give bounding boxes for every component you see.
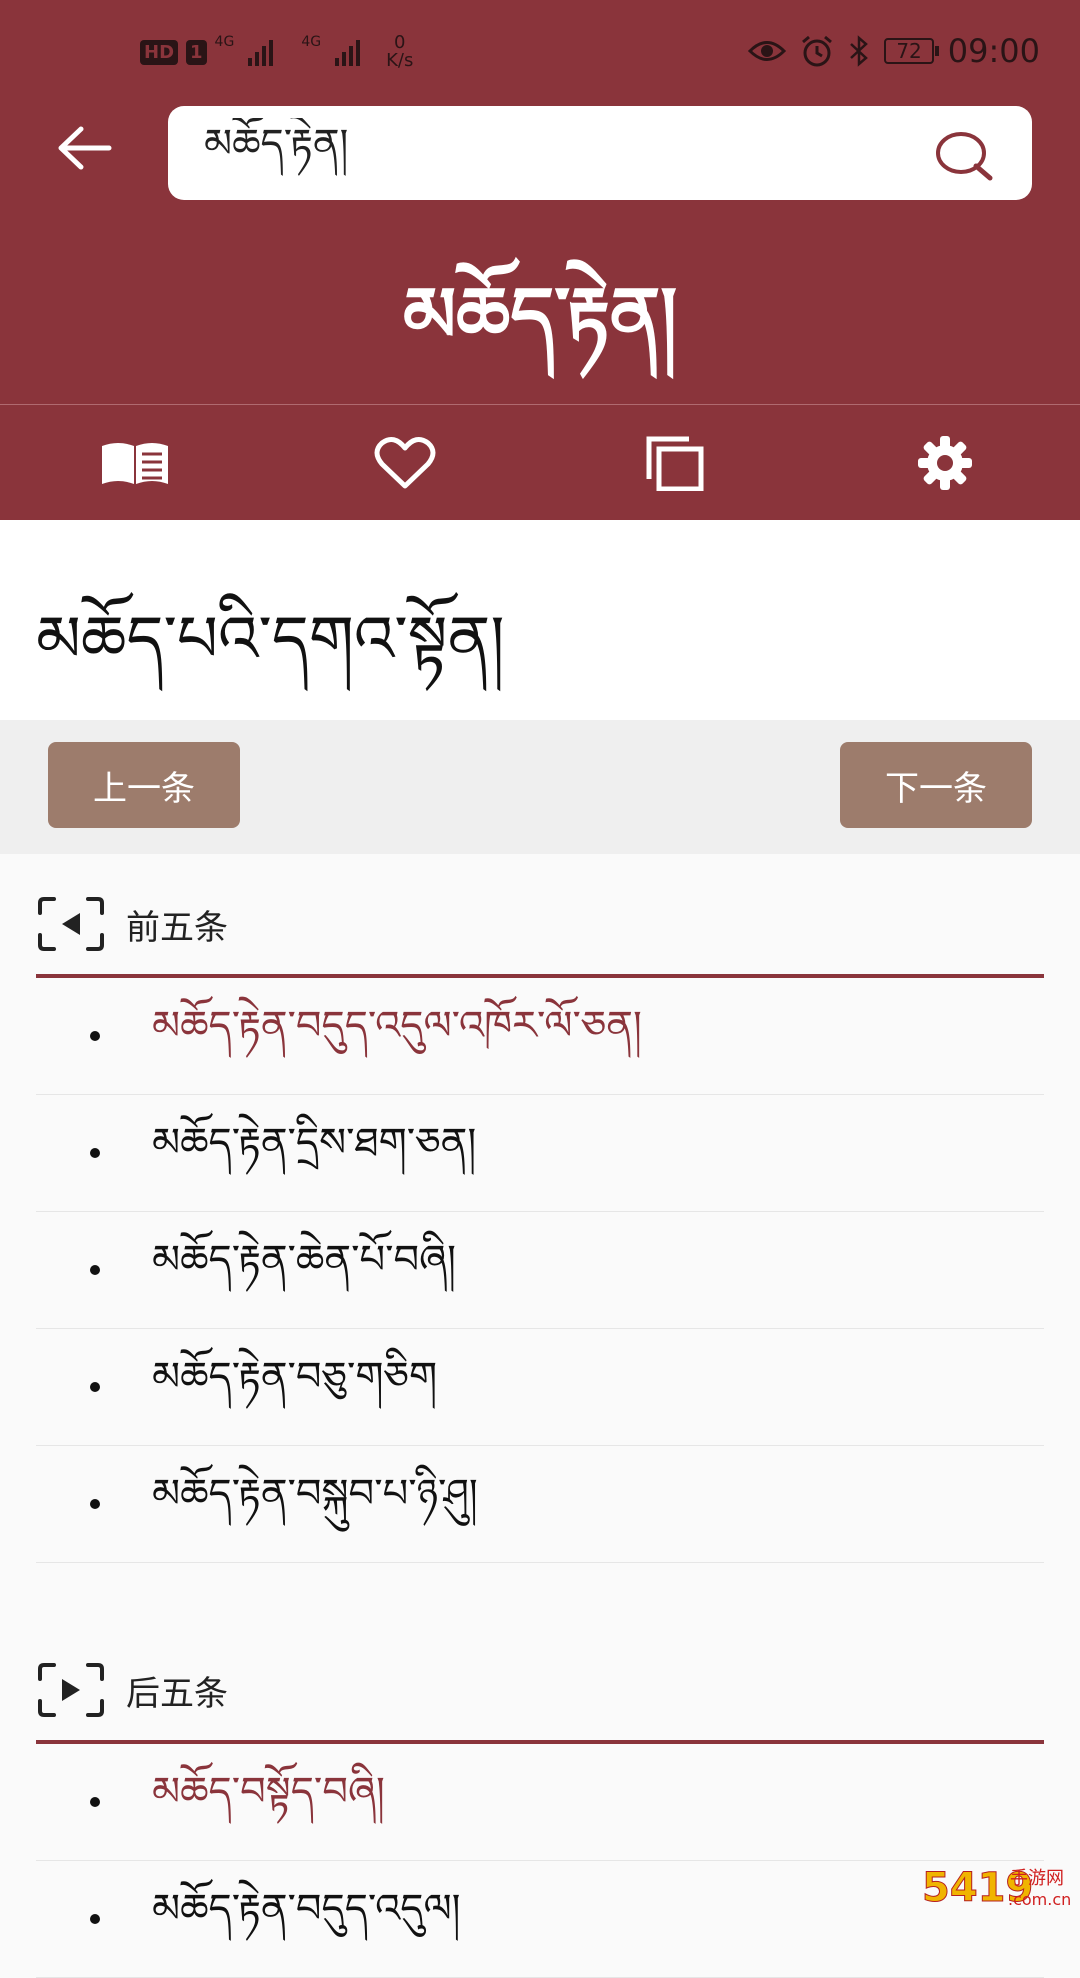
app-header: HD 1 4G 4G 0 K/s 72 09:00 མཆོད་རྟེན། bbox=[0, 0, 1080, 520]
heart-icon bbox=[374, 436, 436, 489]
list-item-text: མཆོད་བསྟོད་བཞི། bbox=[152, 1768, 385, 1815]
toolbar bbox=[0, 404, 1080, 521]
word-title: མཆོད་རྟེན། bbox=[402, 270, 678, 359]
status-left: HD 1 4G 4G 0 K/s bbox=[140, 34, 413, 70]
arrow-left-icon bbox=[58, 126, 112, 170]
signal-icon bbox=[248, 38, 274, 66]
list-item-text: མཆོད་རྟེན་བསྐུབ་པ་ཉི་ཤུ། bbox=[152, 1470, 478, 1517]
previous-five-section: 前五条 མཆོད་རྟེན་བདུད་འདུལ་འཁོར་ལོ་ཅན། མཆོད… bbox=[36, 874, 1044, 1563]
copy-icon bbox=[646, 436, 704, 491]
toolbar-copy[interactable] bbox=[540, 405, 810, 521]
section-title: 前五条 bbox=[126, 907, 228, 948]
clock: 09:00 bbox=[947, 32, 1040, 70]
network-label-2: 4G bbox=[301, 34, 322, 50]
search-input[interactable] bbox=[202, 118, 906, 190]
toolbar-favorite[interactable] bbox=[270, 405, 540, 521]
bluetooth-icon bbox=[850, 35, 869, 67]
toolbar-dictionary[interactable] bbox=[0, 405, 270, 521]
network-speed-unit: K/s bbox=[386, 50, 414, 71]
alarm-icon bbox=[802, 35, 833, 67]
bullet-icon bbox=[90, 1265, 100, 1275]
previous-five-list: མཆོད་རྟེན་བདུད་འདུལ་འཁོར་ལོ་ཅན། མཆོད་རྟེ… bbox=[36, 978, 1044, 1563]
status-bar: HD 1 4G 4G 0 K/s 72 09:00 bbox=[0, 0, 1080, 100]
list-item-text: མཆོད་རྟེན་བདུད་འདུལ་འཁོར་ལོ་ཅན། bbox=[152, 1002, 642, 1049]
list-item[interactable]: མཆོད་རྟེན་བདུད་འདུལ་འཁོར་ལོ་ཅན། bbox=[36, 978, 1044, 1095]
list-item-text: མཆོད་རྟེན་དྲིས་ཐག་ཅན། bbox=[152, 1119, 477, 1166]
settings-icon bbox=[918, 436, 972, 490]
list-item-text: མཆོད་རྟེན་བདུད་འདུལ། bbox=[152, 1885, 461, 1932]
bullet-icon bbox=[90, 1499, 100, 1509]
headword-panel: མཆོད་པའི་དགའ་སྟོན། bbox=[0, 520, 1080, 720]
search-box bbox=[168, 106, 1032, 200]
sim-badge: 1 bbox=[186, 39, 207, 65]
hd-badge: HD bbox=[140, 39, 179, 65]
next-five-section: 后五条 མཆོད་བསྟོད་བཞི། མཆོད་རྟེན་བདུད་འདུལ། bbox=[36, 1640, 1044, 1978]
section-header: 后五条 bbox=[36, 1640, 1044, 1744]
bullet-icon bbox=[90, 1797, 100, 1807]
eye-icon bbox=[748, 41, 787, 61]
book-icon bbox=[102, 443, 168, 484]
network-label-1: 4G bbox=[214, 34, 235, 50]
watermark-domain: 手游网 bbox=[1010, 1868, 1064, 1889]
list-item[interactable]: མཆོད་རྟེན་བཅུ་གཅིག bbox=[36, 1329, 1044, 1446]
network-speed: 0 K/s bbox=[386, 34, 413, 70]
caret-right-frame-icon bbox=[38, 1663, 104, 1717]
list-item[interactable]: མཆོད་རྟེན་དྲིས་ཐག་ཅན། bbox=[36, 1095, 1044, 1212]
list-item-text: མཆོད་རྟེན་ཆེན་པོ་བཞི། bbox=[152, 1236, 457, 1283]
previous-entry-button[interactable]: 上一条 bbox=[48, 742, 240, 828]
section-header: 前五条 bbox=[36, 874, 1044, 978]
list-item[interactable]: མཆོད་རྟེན་བསྐུབ་པ་ཉི་ཤུ། bbox=[36, 1446, 1044, 1563]
bullet-icon bbox=[90, 1914, 100, 1924]
caret-left-frame-icon bbox=[38, 897, 104, 951]
watermark-suffix: .com.cn bbox=[1008, 1890, 1072, 1909]
entry-navigation: 上一条 下一条 bbox=[0, 720, 1080, 854]
bullet-icon bbox=[90, 1148, 100, 1158]
status-right: 72 09:00 bbox=[748, 32, 1040, 70]
battery-indicator: 72 bbox=[884, 38, 940, 64]
section-title: 后五条 bbox=[126, 1673, 228, 1714]
next-five-list: མཆོད་བསྟོད་བཞི། མཆོད་རྟེན་བདུད་འདུལ། bbox=[36, 1744, 1044, 1978]
toolbar-settings[interactable] bbox=[810, 405, 1080, 521]
next-entry-button[interactable]: 下一条 bbox=[840, 742, 1032, 828]
search-icon[interactable] bbox=[934, 128, 994, 182]
back-button[interactable] bbox=[50, 122, 120, 182]
bullet-icon bbox=[90, 1382, 100, 1392]
bullet-icon bbox=[90, 1031, 100, 1041]
list-item-text: མཆོད་རྟེན་བཅུ་གཅིག bbox=[152, 1353, 438, 1400]
list-item[interactable]: མཆོད་བསྟོད་བཞི། bbox=[36, 1744, 1044, 1861]
signal-icon bbox=[335, 38, 361, 66]
site-watermark: 5419 手游网 .com.cn bbox=[921, 1860, 1072, 1916]
list-item[interactable]: མཆོད་རྟེན་ཆེན་པོ་བཞི། bbox=[36, 1212, 1044, 1329]
